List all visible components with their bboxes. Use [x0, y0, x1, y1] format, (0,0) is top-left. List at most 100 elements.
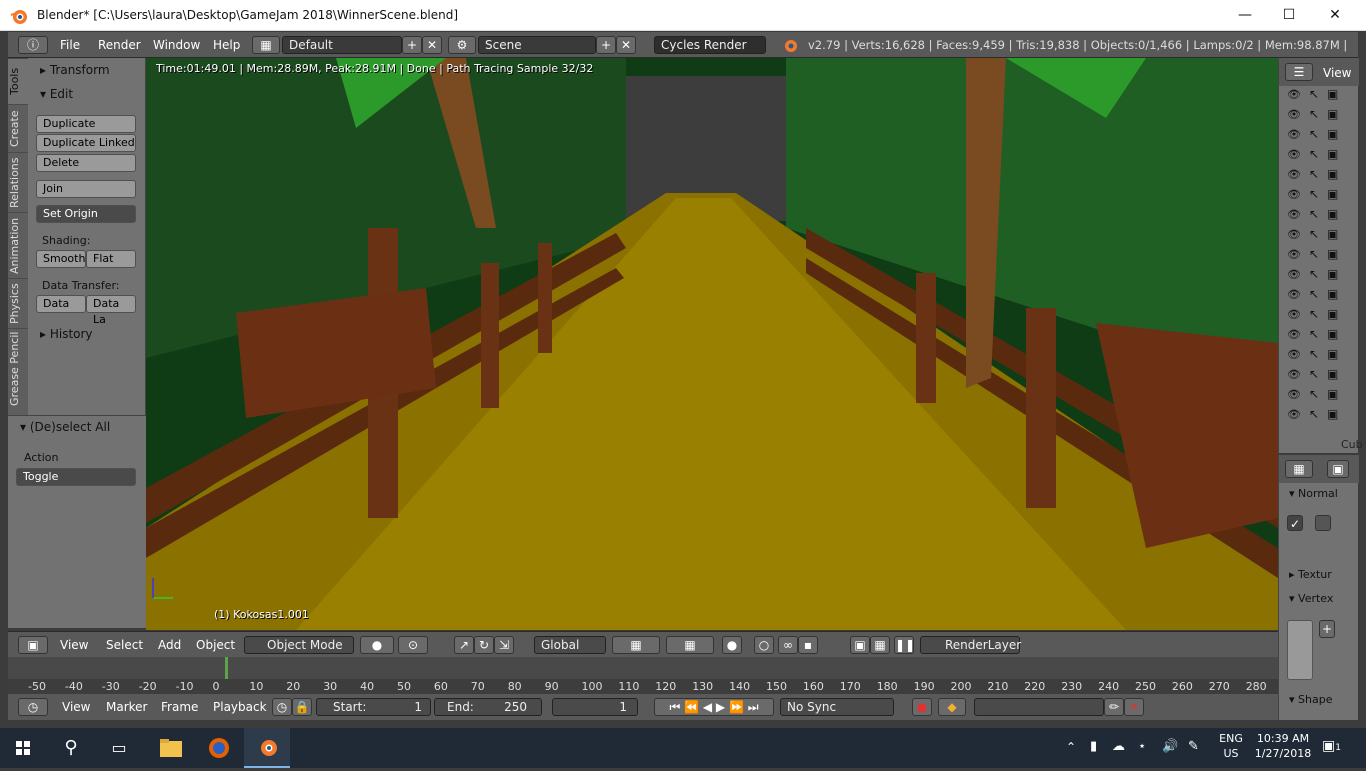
outliner-row[interactable]: 👁 ↖ ▣: [1279, 306, 1349, 326]
visibility-eye-icon[interactable]: 👁: [1287, 408, 1301, 421]
vertex-group-list[interactable]: [1287, 620, 1313, 680]
selectable-cursor-icon[interactable]: ↖: [1309, 367, 1319, 381]
add-layout-icon[interactable]: +: [402, 36, 422, 54]
renderable-camera-icon[interactable]: ▣: [1327, 167, 1338, 181]
menu-render[interactable]: Render: [98, 36, 141, 54]
renderable-camera-icon[interactable]: ▣: [1327, 347, 1338, 361]
3d-view-editor-type-icon[interactable]: ▣: [18, 636, 48, 654]
selectable-cursor-icon[interactable]: ↖: [1309, 287, 1319, 301]
action-select[interactable]: Toggle: [16, 468, 136, 486]
visibility-eye-icon[interactable]: 👁: [1287, 228, 1301, 241]
auto-smooth-checkbox[interactable]: ✓: [1287, 515, 1303, 531]
outliner-row[interactable]: 👁 ↖ ▣: [1279, 266, 1349, 286]
preview-range-icon[interactable]: ◷: [272, 698, 292, 716]
selectable-cursor-icon[interactable]: ↖: [1309, 307, 1319, 321]
show-hidden-icons-icon[interactable]: ⌃: [1066, 740, 1076, 754]
menu-window[interactable]: Window: [153, 36, 200, 54]
mode-select[interactable]: Object Mode: [244, 636, 354, 654]
visibility-eye-icon[interactable]: 👁: [1287, 388, 1301, 401]
timeline-editor-type-icon[interactable]: ◷: [18, 698, 48, 716]
scene-icon[interactable]: ⚙: [448, 36, 476, 54]
selectable-cursor-icon[interactable]: ↖: [1309, 127, 1319, 141]
render-animation-icon[interactable]: ▦: [870, 636, 890, 654]
outliner-row[interactable]: 👁 ↖ ▣: [1279, 326, 1349, 346]
duplicate-button[interactable]: Duplicate: [36, 115, 136, 133]
outliner-last-item[interactable]: Cub: [1341, 438, 1363, 451]
keyframe-type-icon[interactable]: ◆: [938, 698, 966, 716]
clock[interactable]: 10:39 AM 1/27/2018: [1252, 732, 1314, 760]
visibility-eye-icon[interactable]: 👁: [1287, 268, 1301, 281]
shape-keys-panel-header[interactable]: ▾ Shape: [1289, 691, 1332, 709]
render-engine-select[interactable]: Cycles Render: [654, 36, 766, 54]
battery-icon[interactable]: ▮: [1090, 739, 1097, 754]
lock-layers-icon[interactable]: ●: [722, 636, 742, 654]
transform-panel-header[interactable]: ▸ Transform: [40, 61, 110, 79]
cloud-icon[interactable]: ☁: [1112, 739, 1125, 754]
task-view-icon[interactable]: ▭: [96, 728, 142, 768]
close-button[interactable]: ✕: [1312, 2, 1358, 29]
layers-grid-2-icon[interactable]: ▦: [666, 636, 714, 654]
3d-viewport[interactable]: Time:01:49.01 | Mem:28.89M, Peak:28.91M …: [146, 58, 1278, 630]
renderable-camera-icon[interactable]: ▣: [1327, 287, 1338, 301]
selectable-cursor-icon[interactable]: ↖: [1309, 387, 1319, 401]
menu-add[interactable]: Add: [158, 636, 181, 654]
selectable-cursor-icon[interactable]: ↖: [1309, 147, 1319, 161]
renderable-camera-icon[interactable]: ▣: [1327, 267, 1338, 281]
pause-preview-icon[interactable]: ❚❚: [894, 636, 915, 654]
minimize-button[interactable]: —: [1222, 2, 1268, 29]
visibility-eye-icon[interactable]: 👁: [1287, 128, 1301, 141]
visibility-eye-icon[interactable]: 👁: [1287, 188, 1301, 201]
renderable-camera-icon[interactable]: ▣: [1327, 247, 1338, 261]
visibility-eye-icon[interactable]: 👁: [1287, 208, 1301, 221]
data-tab-icon[interactable]: ▣: [1327, 460, 1349, 478]
renderable-camera-icon[interactable]: ▣: [1327, 387, 1338, 401]
outliner-row[interactable]: 👁 ↖ ▣: [1279, 206, 1349, 226]
menu-view[interactable]: View: [60, 636, 88, 654]
blender-taskbar-icon[interactable]: [244, 728, 290, 768]
remove-layout-icon[interactable]: ✕: [422, 36, 442, 54]
keying-set-field[interactable]: [974, 698, 1104, 716]
manipulator-translate-icon[interactable]: ↗: [454, 636, 474, 654]
tab-relations[interactable]: Relations: [8, 152, 28, 212]
outliner-row[interactable]: 👁 ↖ ▣: [1279, 366, 1349, 386]
snap-icon[interactable]: ∞: [778, 636, 798, 654]
manipulator-rotate-icon[interactable]: ↻: [474, 636, 494, 654]
selectable-cursor-icon[interactable]: ↖: [1309, 207, 1319, 221]
editor-type-info-icon[interactable]: ⓘ: [18, 36, 48, 54]
visibility-eye-icon[interactable]: 👁: [1287, 168, 1301, 181]
delete-button[interactable]: Delete: [36, 154, 136, 172]
data-layout-button[interactable]: Data La: [86, 295, 136, 326]
double-sided-checkbox[interactable]: [1315, 515, 1331, 531]
outliner-row[interactable]: 👁 ↖ ▣: [1279, 286, 1349, 306]
layout-field[interactable]: Default: [282, 36, 402, 54]
outliner-row[interactable]: 👁 ↖ ▣: [1279, 166, 1349, 186]
timeline-menu-marker[interactable]: Marker: [106, 698, 147, 716]
tab-tools[interactable]: Tools: [8, 58, 28, 104]
transform-orientation-select[interactable]: Global: [534, 636, 606, 654]
render-layer-field[interactable]: RenderLayer: [920, 636, 1021, 654]
tab-animation[interactable]: Animation: [8, 212, 28, 278]
selectable-cursor-icon[interactable]: ↖: [1309, 227, 1319, 241]
maximize-button[interactable]: ☐: [1266, 2, 1312, 29]
firefox-icon[interactable]: [196, 728, 242, 768]
selectable-cursor-icon[interactable]: ↖: [1309, 407, 1319, 421]
edit-panel-header[interactable]: ▾ Edit: [40, 85, 73, 103]
visibility-eye-icon[interactable]: 👁: [1287, 328, 1301, 341]
notifications-icon[interactable]: ▣1: [1322, 738, 1341, 754]
tab-physics[interactable]: Physics: [8, 278, 28, 328]
playback-controls-icon[interactable]: ⏮ ⏪ ◀ ▶ ⏩ ⏭: [654, 698, 774, 716]
renderable-camera-icon[interactable]: ▣: [1327, 127, 1338, 141]
current-frame-indicator[interactable]: [225, 657, 228, 679]
visibility-eye-icon[interactable]: 👁: [1287, 348, 1301, 361]
scene-field[interactable]: Scene: [478, 36, 596, 54]
visibility-eye-icon[interactable]: 👁: [1287, 288, 1301, 301]
end-frame-field[interactable]: End: 250: [434, 698, 542, 716]
renderable-camera-icon[interactable]: ▣: [1327, 407, 1338, 421]
insert-keyframe-icon[interactable]: ✏: [1104, 698, 1124, 716]
outliner-row[interactable]: 👁 ↖ ▣: [1279, 146, 1349, 166]
visibility-eye-icon[interactable]: 👁: [1287, 148, 1301, 161]
normal-panel-header[interactable]: ▾ Normal: [1289, 485, 1338, 503]
lock-range-icon[interactable]: 🔒: [292, 698, 312, 716]
set-origin-select[interactable]: Set Origin: [36, 205, 136, 223]
outliner-row[interactable]: 👁 ↖ ▣: [1279, 106, 1349, 126]
